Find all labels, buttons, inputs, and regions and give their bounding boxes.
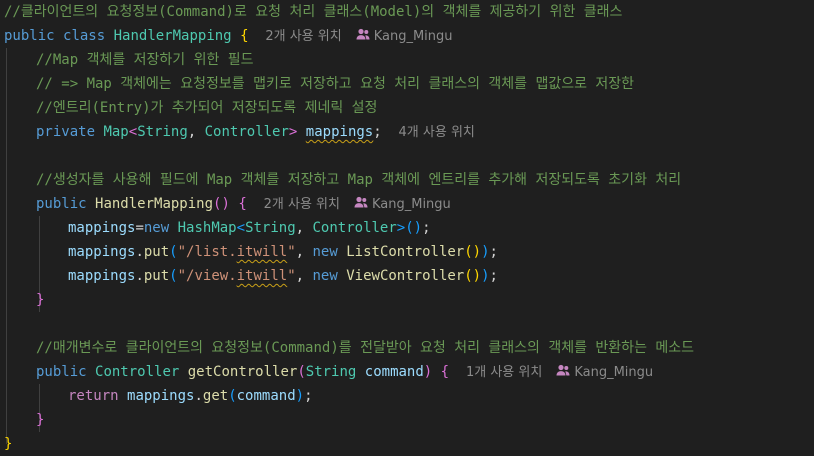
field-usages-hint[interactable]: 4개 사용 위치 (399, 125, 475, 140)
author-name[interactable]: Kang_Mingu (372, 197, 451, 212)
constructor-close-brace: } (36, 292, 45, 308)
assignment-line[interactable]: mappings=new HashMap<String, Controller>… (68, 216, 431, 240)
field-declaration-line[interactable]: private Map<String, Controller> mappings… (36, 120, 475, 144)
author-name[interactable]: Kang_Mingu (374, 29, 453, 44)
constructor-comment: //생성자를 사용해 필드에 Map 객체를 저장하고 Map 객체에 엔트리를… (36, 172, 682, 188)
type-string[interactable]: String (245, 220, 296, 236)
type-map[interactable]: Map (103, 124, 128, 140)
indent-guide (6, 48, 7, 444)
type-controller[interactable]: Controller (313, 220, 397, 236)
keyword-new: new (312, 244, 338, 260)
field-comment: // => Map 객체에는 요청정보를 맵키로 저장하고 요청 처리 클래스의… (36, 76, 635, 92)
field-mappings[interactable]: mappings (68, 268, 135, 284)
class-comment: //클라이언트의 요청정보(Command)로 요청 처리 클래스(Model)… (4, 4, 623, 20)
keyword-return: return (68, 388, 119, 404)
keyword-class: class (63, 28, 106, 44)
class-name[interactable]: HandlerMapping (114, 28, 232, 44)
keyword-public: public (36, 196, 87, 212)
field-mappings[interactable]: mappings (68, 244, 135, 260)
keyword-new: new (312, 268, 338, 284)
field-comment: //엔트리(Entry)가 추가되어 저장되도록 제네릭 설정 (36, 100, 378, 116)
type-hashmap[interactable]: HashMap (178, 220, 237, 236)
type-controller[interactable]: Controller (205, 124, 289, 140)
class-usages-hint[interactable]: 2개 사용 위치 (265, 29, 341, 44)
keyword-public: public (4, 28, 55, 44)
method-get-controller[interactable]: getController (188, 364, 298, 380)
type-controller[interactable]: Controller (95, 364, 179, 380)
method-comment: //매개변수로 클라이언트의 요청정보(Command)를 전달받아 요청 처리… (36, 340, 695, 356)
class-declaration-line[interactable]: public class HandlerMapping { 2개 사용 위치 Ka… (4, 24, 453, 48)
return-line[interactable]: return mappings.get(command); (68, 384, 313, 408)
method-put[interactable]: put (144, 268, 169, 284)
ctor-usages-hint[interactable]: 2개 사용 위치 (264, 197, 340, 212)
field-mappings[interactable]: mappings (306, 124, 373, 140)
user-icon (354, 193, 368, 217)
type-string[interactable]: String (137, 124, 188, 140)
field-mappings[interactable]: mappings (127, 388, 194, 404)
author-name[interactable]: Kang_Mingu (574, 365, 653, 380)
type-view-controller[interactable]: ViewController (346, 268, 464, 284)
type-list-controller[interactable]: ListController (346, 244, 464, 260)
field-mappings[interactable]: mappings (68, 220, 135, 236)
constructor-name[interactable]: HandlerMapping (95, 196, 213, 212)
user-icon (556, 361, 570, 385)
keyword-public: public (36, 364, 87, 380)
method-usages-hint[interactable]: 1개 사용 위치 (466, 365, 542, 380)
type-string[interactable]: String (306, 364, 357, 380)
field-comment: //Map 객체를 저장하기 위한 필드 (36, 52, 254, 68)
code-editor[interactable]: //클라이언트의 요청정보(Command)로 요청 처리 클래스(Model)… (0, 0, 814, 456)
keyword-private: private (36, 124, 96, 140)
method-put[interactable]: put (144, 244, 169, 260)
constructor-declaration-line[interactable]: public HandlerMapping() { 2개 사용 위치 Kang_M… (36, 192, 451, 216)
method-get[interactable]: get (203, 388, 228, 404)
string-literal: "/view.itwill" (177, 268, 296, 284)
method-declaration-line[interactable]: public Controller getController(String c… (36, 360, 653, 384)
param-command[interactable]: command (365, 364, 424, 380)
user-icon (356, 25, 370, 49)
put-list-line[interactable]: mappings.put("/list.itwill", new ListCon… (68, 240, 498, 264)
param-command[interactable]: command (237, 388, 296, 404)
method-close-brace: } (36, 412, 45, 428)
put-view-line[interactable]: mappings.put("/view.itwill", new ViewCon… (68, 264, 498, 288)
keyword-new: new (143, 220, 170, 236)
string-literal: "/list.itwill" (177, 244, 296, 260)
class-close-brace: } (4, 436, 13, 452)
